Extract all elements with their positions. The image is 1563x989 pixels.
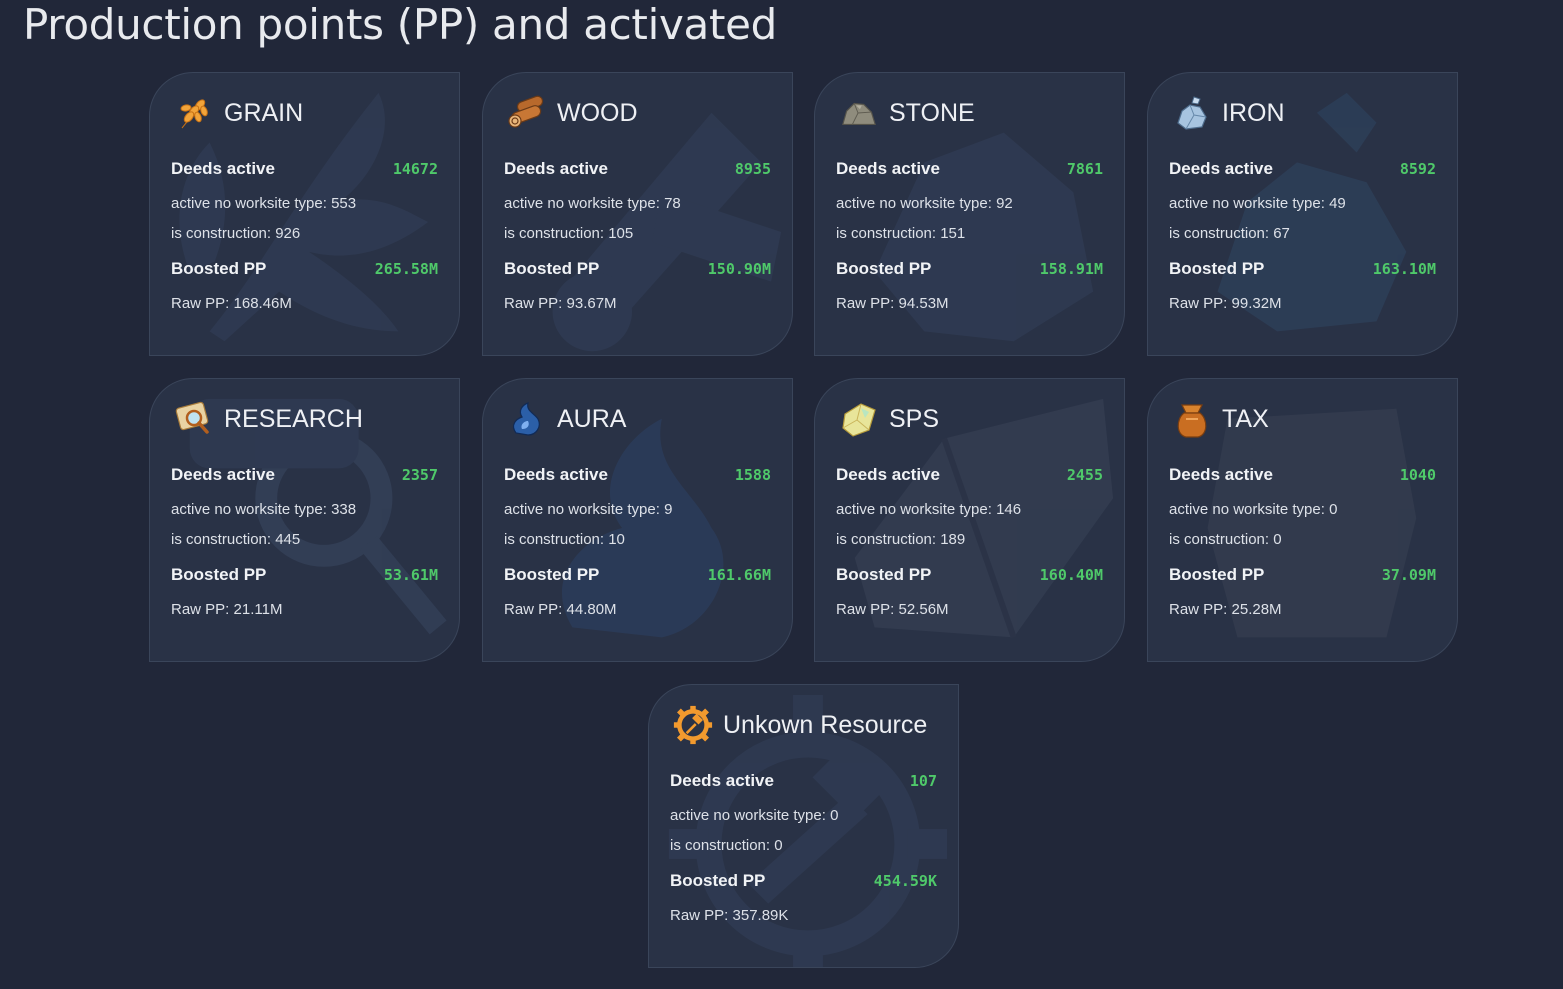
construction-text: is construction: 0 (1169, 531, 1282, 548)
no-worksite-text: active no worksite type: 338 (171, 501, 357, 518)
no-worksite-text: active no worksite type: 78 (504, 195, 681, 212)
construction-text: is construction: 105 (504, 225, 634, 242)
deeds-active-value: 14672 (392, 160, 438, 178)
card-title: RESEARCH (224, 404, 363, 433)
card-title: AURA (557, 404, 627, 433)
raw-pp-text: Raw PP: 21.11M (171, 601, 283, 618)
boosted-pp-value: 265.58M (374, 260, 438, 278)
no-worksite-text: active no worksite type: 92 (836, 195, 1013, 212)
card-title: GRAIN (224, 98, 304, 127)
construction-text: is construction: 10 (504, 531, 625, 548)
resource-card-wood: WOOD Deeds active 8935 active no worksite… (482, 72, 793, 356)
boosted-pp-value: 53.61M (383, 566, 438, 584)
construction-text: is construction: 926 (171, 225, 301, 242)
boosted-pp-value: 150.90M (707, 260, 771, 278)
card-title: SPS (889, 404, 940, 433)
deeds-active-value: 1040 (1399, 466, 1436, 484)
raw-pp-text: Raw PP: 52.56M (836, 601, 949, 618)
no-worksite-text: active no worksite type: 146 (836, 501, 1022, 518)
raw-pp-text: Raw PP: 357.89K (670, 907, 789, 924)
boosted-pp-value: 163.10M (1372, 260, 1436, 278)
deeds-active-value: 2357 (401, 466, 438, 484)
boosted-pp-label: Boosted PP (1169, 565, 1265, 584)
deeds-active-label: Deeds active (836, 465, 940, 484)
deeds-active-label: Deeds active (504, 465, 608, 484)
construction-text: is construction: 0 (670, 837, 783, 854)
deeds-active-label: Deeds active (1169, 465, 1273, 484)
research-icon (174, 399, 214, 439)
resource-card-sps: SPS Deeds active 2455 active no worksite … (814, 378, 1125, 662)
iron-icon (1172, 93, 1212, 133)
boosted-pp-label: Boosted PP (670, 871, 766, 890)
boosted-pp-value: 454.59K (873, 872, 937, 890)
boosted-pp-value: 158.91M (1039, 260, 1103, 278)
no-worksite-text: active no worksite type: 0 (1169, 501, 1338, 518)
resource-card-stone: STONE Deeds active 7861 active no worksit… (814, 72, 1125, 356)
grain-icon (174, 93, 214, 133)
no-worksite-text: active no worksite type: 0 (670, 807, 839, 824)
construction-text: is construction: 189 (836, 531, 966, 548)
boosted-pp-label: Boosted PP (504, 565, 600, 584)
construction-text: is construction: 67 (1169, 225, 1290, 242)
deeds-active-label: Deeds active (171, 159, 275, 178)
boosted-pp-value: 37.09M (1381, 566, 1436, 584)
deeds-active-value: 1588 (734, 466, 771, 484)
card-title: Unkown Resource (723, 710, 928, 739)
deeds-active-label: Deeds active (836, 159, 940, 178)
raw-pp-text: Raw PP: 99.32M (1169, 295, 1282, 312)
boosted-pp-label: Boosted PP (171, 259, 267, 278)
no-worksite-text: active no worksite type: 49 (1169, 195, 1346, 212)
card-title: STONE (889, 98, 975, 127)
page-title: Production points (PP) and activated (23, 0, 778, 49)
deeds-active-value: 2455 (1066, 466, 1103, 484)
deeds-active-label: Deeds active (670, 771, 774, 790)
raw-pp-text: Raw PP: 25.28M (1169, 601, 1282, 618)
deeds-active-value: 7861 (1066, 160, 1103, 178)
boosted-pp-label: Boosted PP (504, 259, 600, 278)
resource-card-unknown: Unkown Resource Deeds active 107 active n… (648, 684, 959, 968)
deeds-active-label: Deeds active (504, 159, 608, 178)
raw-pp-text: Raw PP: 44.80M (504, 601, 617, 618)
deeds-active-value: 107 (909, 772, 937, 790)
raw-pp-text: Raw PP: 94.53M (836, 295, 949, 312)
construction-text: is construction: 151 (836, 225, 966, 242)
no-worksite-text: active no worksite type: 553 (171, 195, 357, 212)
resource-card-research: RESEARCH Deeds active 2357 active no work… (149, 378, 460, 662)
boosted-pp-value: 160.40M (1039, 566, 1103, 584)
boosted-pp-label: Boosted PP (1169, 259, 1265, 278)
card-title: IRON (1222, 98, 1285, 127)
boosted-pp-label: Boosted PP (171, 565, 267, 584)
deeds-active-value: 8935 (734, 160, 771, 178)
raw-pp-text: Raw PP: 93.67M (504, 295, 617, 312)
resource-card-iron: IRON Deeds active 8592 active no worksite… (1147, 72, 1458, 356)
sps-icon (839, 399, 879, 439)
card-title: WOOD (557, 98, 638, 127)
tax-icon (1172, 399, 1212, 439)
deeds-active-label: Deeds active (1169, 159, 1273, 178)
wood-icon (507, 93, 547, 133)
deeds-active-value: 8592 (1399, 160, 1436, 178)
boosted-pp-label: Boosted PP (836, 565, 932, 584)
boosted-pp-value: 161.66M (707, 566, 771, 584)
no-worksite-text: active no worksite type: 9 (504, 501, 673, 518)
construction-text: is construction: 445 (171, 531, 301, 548)
stone-icon (839, 93, 879, 133)
resource-card-aura: AURA Deeds active 1588 active no worksite… (482, 378, 793, 662)
aura-icon (507, 399, 547, 439)
deeds-active-label: Deeds active (171, 465, 275, 484)
boosted-pp-label: Boosted PP (836, 259, 932, 278)
resource-card-grain: GRAIN Deeds active 14672 active no worksi… (149, 72, 460, 356)
raw-pp-text: Raw PP: 168.46M (171, 295, 292, 312)
gear-hammer-icon (673, 705, 713, 745)
resource-card-tax: TAX Deeds active 1040 active no worksite … (1147, 378, 1458, 662)
card-title: TAX (1222, 404, 1269, 433)
